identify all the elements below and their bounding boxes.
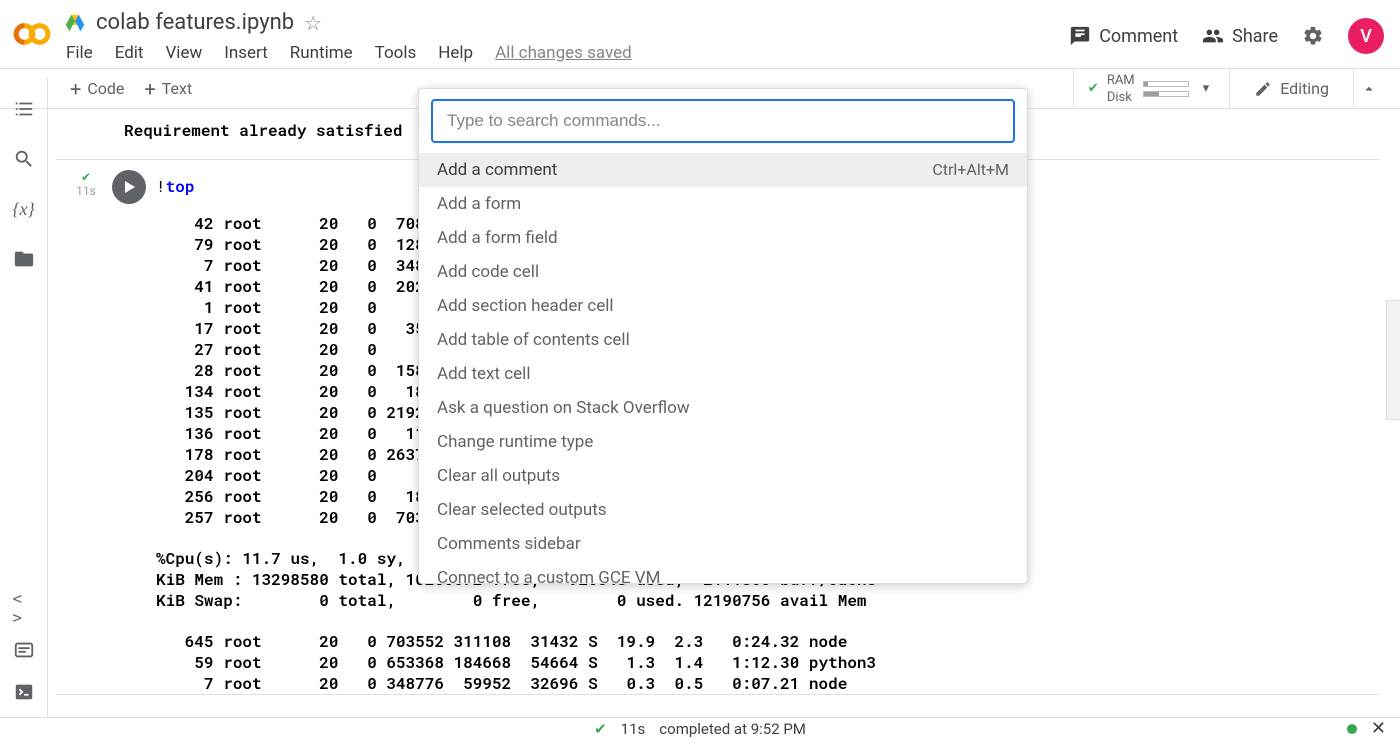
menu-runtime[interactable]: Runtime <box>290 43 353 63</box>
colab-logo <box>8 10 56 58</box>
menubar: File Edit View Insert Runtime Tools Help… <box>64 35 1069 63</box>
ram-label: RAM <box>1107 73 1135 88</box>
command-item[interactable]: Ask a question on Stack Overflow <box>419 391 1027 425</box>
statusbar: ✔ 11s completed at 9:52 PM ✕ <box>0 717 1400 739</box>
status-duration: 11s <box>621 720 646 738</box>
resource-indicator[interactable]: ✔ RAM Disk ▾ <box>1073 69 1230 109</box>
drive-icon <box>64 12 86 34</box>
save-status[interactable]: All changes saved <box>495 43 632 63</box>
disk-bar <box>1143 91 1189 97</box>
command-item[interactable]: Add a commentCtrl+Alt+M <box>419 153 1027 187</box>
search-icon[interactable] <box>13 148 35 170</box>
run-button[interactable] <box>112 170 146 204</box>
plus-icon: + <box>70 79 81 99</box>
command-item[interactable]: Add table of contents cell <box>419 323 1027 357</box>
chevron-down-icon[interactable]: ▾ <box>1197 81 1216 96</box>
command-item[interactable]: Connect to a custom GCE VM <box>419 561 1027 583</box>
check-icon: ✔ <box>594 720 607 738</box>
left-rail: {x} < > <box>0 78 48 717</box>
menu-file[interactable]: File <box>66 43 93 63</box>
command-palette: Add a commentCtrl+Alt+MAdd a formAdd a f… <box>418 88 1028 584</box>
gear-icon <box>1302 25 1324 47</box>
variables-icon[interactable]: {x} <box>13 198 35 220</box>
check-icon: ✔ <box>56 170 116 184</box>
connection-dot <box>1347 724 1357 734</box>
menu-insert[interactable]: Insert <box>224 43 268 63</box>
plus-icon: + <box>144 79 155 99</box>
right-panel-handle[interactable] <box>1386 300 1400 420</box>
command-item[interactable]: Clear all outputs <box>419 459 1027 493</box>
share-icon <box>1202 25 1224 47</box>
command-item[interactable]: Add code cell <box>419 255 1027 289</box>
command-palette-icon[interactable] <box>13 639 35 661</box>
avatar[interactable]: V <box>1348 18 1384 54</box>
comment-button[interactable]: Comment <box>1069 25 1178 47</box>
cell-output-after: 645 root 20 0 703552 311108 31432 S 19.9… <box>146 611 1380 694</box>
chevron-up-icon <box>1360 80 1378 98</box>
pencil-icon <box>1254 80 1272 98</box>
command-list: Add a commentCtrl+Alt+MAdd a formAdd a f… <box>419 153 1027 583</box>
ram-bar <box>1143 81 1189 87</box>
command-item[interactable]: Clear selected outputs <box>419 493 1027 527</box>
header: colab features.ipynb ☆ File Edit View In… <box>0 0 1400 68</box>
code-snippets-icon[interactable]: < > <box>13 597 35 619</box>
share-label: Share <box>1232 26 1278 47</box>
star-icon[interactable]: ☆ <box>304 11 322 35</box>
toc-icon[interactable] <box>13 98 35 120</box>
comment-label: Comment <box>1099 26 1178 47</box>
play-icon <box>125 181 135 193</box>
settings-button[interactable] <box>1302 25 1324 47</box>
share-button[interactable]: Share <box>1202 25 1278 47</box>
check-icon: ✔ <box>1088 81 1099 96</box>
close-icon[interactable]: ✕ <box>1371 718 1386 739</box>
add-text-button[interactable]: + Text <box>134 75 202 103</box>
files-icon[interactable] <box>13 248 35 270</box>
disk-label: Disk <box>1107 90 1135 105</box>
add-code-button[interactable]: + Code <box>60 75 134 103</box>
command-item[interactable]: Comments sidebar <box>419 527 1027 561</box>
editing-mode-button[interactable]: Editing <box>1240 79 1343 98</box>
execution-time: 11s <box>56 184 116 198</box>
command-search-input[interactable] <box>431 99 1015 143</box>
status-completed: completed at 9:52 PM <box>659 720 806 738</box>
terminal-icon[interactable] <box>13 681 35 703</box>
comment-icon <box>1069 25 1091 47</box>
command-item[interactable]: Add a form <box>419 187 1027 221</box>
collapse-button[interactable] <box>1353 69 1384 109</box>
menu-edit[interactable]: Edit <box>115 43 144 63</box>
command-item[interactable]: Add text cell <box>419 357 1027 391</box>
menu-help[interactable]: Help <box>438 43 473 63</box>
menu-view[interactable]: View <box>165 43 202 63</box>
document-title[interactable]: colab features.ipynb <box>96 10 294 35</box>
command-item[interactable]: Change runtime type <box>419 425 1027 459</box>
menu-tools[interactable]: Tools <box>375 43 417 63</box>
command-item[interactable]: Add section header cell <box>419 289 1027 323</box>
command-item[interactable]: Add a form field <box>419 221 1027 255</box>
